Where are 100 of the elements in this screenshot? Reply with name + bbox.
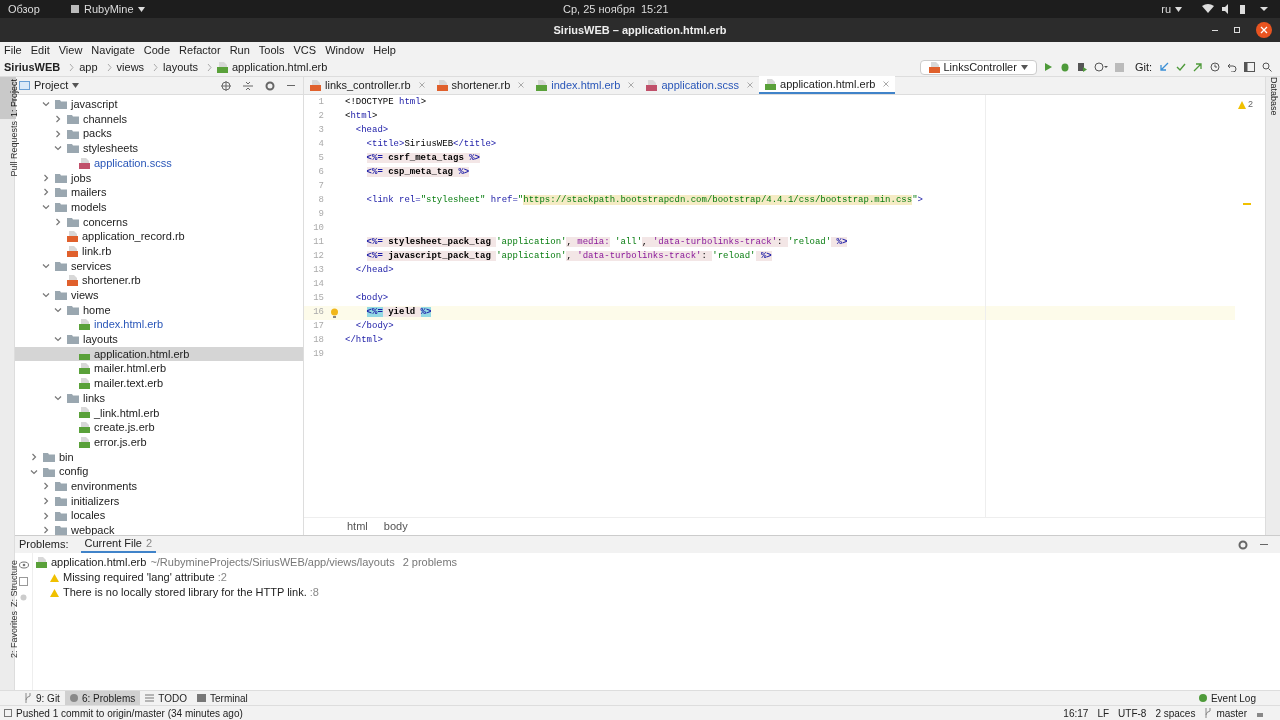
coverage-icon[interactable]: [1076, 62, 1087, 72]
menu-item[interactable]: Window: [325, 41, 365, 59]
tree-item[interactable]: application.html.erb: [15, 346, 303, 362]
menu-item[interactable]: Run: [229, 41, 250, 59]
caret-position[interactable]: 16:17: [1063, 705, 1089, 720]
menu-item[interactable]: Help: [373, 41, 396, 59]
tree-item[interactable]: locales: [15, 508, 303, 523]
window-icon[interactable]: [1244, 62, 1255, 72]
tool-window-tab[interactable]: Z: Structure: [0, 557, 16, 609]
undo-icon[interactable]: [1227, 62, 1237, 72]
breadcrumb-item[interactable]: html: [347, 518, 368, 535]
tree-item[interactable]: home: [15, 302, 303, 318]
profiler-icon[interactable]: [1093, 62, 1108, 72]
close-tab-icon[interactable]: [883, 81, 890, 87]
menu-item[interactable]: Refactor: [179, 41, 221, 59]
tool-window-button[interactable]: 9: Git: [19, 690, 65, 706]
tree-item[interactable]: bin: [15, 449, 303, 465]
run-icon[interactable]: [1043, 62, 1053, 72]
close-tab-icon[interactable]: [518, 82, 525, 88]
tree-item[interactable]: services: [15, 258, 303, 274]
editor-tab[interactable]: shortener.rb: [430, 76, 531, 94]
run-config-dropdown[interactable]: LinksController: [919, 59, 1037, 75]
warning-marker[interactable]: [1243, 203, 1251, 205]
menu-item[interactable]: Edit: [30, 41, 50, 59]
tree-item[interactable]: concerns: [15, 214, 303, 230]
close-tab-icon[interactable]: [747, 82, 754, 88]
menu-item[interactable]: Code: [143, 41, 171, 59]
tree-item[interactable]: index.html.erb: [15, 317, 303, 332]
chevron-down-icon[interactable]: [42, 203, 50, 212]
tool-window-button[interactable]: TODO: [140, 690, 192, 706]
minimize-icon[interactable]: [1212, 29, 1218, 31]
menu-item[interactable]: View: [58, 41, 83, 59]
app-menu[interactable]: RubyMine: [70, 0, 145, 18]
editor-tab[interactable]: index.html.erb: [530, 76, 641, 94]
system-tray-icons[interactable]: [1202, 4, 1268, 14]
tree-item[interactable]: config: [15, 464, 303, 479]
settings-icon[interactable]: [265, 80, 275, 91]
problem-file[interactable]: application.html.erb: [51, 554, 147, 571]
lightbulb-icon[interactable]: [330, 307, 339, 319]
breadcrumb-item[interactable]: SiriusWEB: [4, 58, 61, 76]
eye-icon[interactable]: [18, 561, 29, 569]
close-tab-icon[interactable]: [418, 82, 425, 88]
tool-window-tab[interactable]: Database: [1258, 77, 1280, 116]
tree-item[interactable]: shortener.rb: [15, 273, 303, 288]
chevron-right-icon[interactable]: [30, 452, 38, 461]
tool-window-button[interactable]: 6: Problems: [64, 690, 141, 706]
line-separator[interactable]: LF: [1097, 705, 1110, 720]
tree-item[interactable]: initializers: [15, 493, 303, 509]
overview-button[interactable]: Обзор: [8, 0, 54, 18]
breadcrumb-item[interactable]: application.html.erb: [231, 58, 328, 76]
clock[interactable]: Ср, 25 ноября 15:21: [563, 0, 669, 18]
git-branch[interactable]: master: [1204, 705, 1247, 720]
arrow-up-right-icon[interactable]: [1193, 62, 1203, 72]
chevron-right-icon[interactable]: [54, 217, 62, 226]
tree-item[interactable]: jobs: [15, 170, 303, 186]
status-message[interactable]: Pushed 1 commit to origin/master (34 minutes ago): [4, 705, 243, 720]
history-icon[interactable]: [1210, 62, 1220, 72]
tree-item[interactable]: application_record.rb: [15, 229, 303, 244]
tree-item[interactable]: create.js.erb: [15, 420, 303, 435]
tool-window-tab[interactable]: 2: Favorites: [0, 608, 16, 660]
check-icon[interactable]: [1176, 62, 1186, 72]
tree-item[interactable]: link.rb: [15, 243, 303, 259]
tree-item[interactable]: links: [15, 390, 303, 406]
arrow-down-left-icon[interactable]: [1159, 62, 1169, 72]
tree-item[interactable]: layouts: [15, 332, 303, 347]
chevron-down-icon[interactable]: [42, 100, 50, 109]
close-icon[interactable]: [1256, 22, 1272, 38]
tree-item[interactable]: mailer.html.erb: [15, 361, 303, 377]
locate-icon[interactable]: [221, 80, 231, 91]
bug-icon[interactable]: [1059, 62, 1070, 72]
menu-item[interactable]: Navigate: [91, 41, 135, 59]
event-log-button[interactable]: Event Log: [1198, 690, 1256, 706]
tree-item[interactable]: error.js.erb: [15, 434, 303, 450]
menu-item[interactable]: VCS: [293, 41, 317, 59]
language-indicator[interactable]: ru: [1161, 0, 1182, 18]
chevron-down-icon[interactable]: [42, 261, 50, 270]
tree-item[interactable]: _link.html.erb: [15, 405, 303, 421]
collapse-icon[interactable]: [243, 80, 253, 91]
tree-item[interactable]: views: [15, 287, 303, 303]
chevron-down-icon[interactable]: [54, 335, 62, 344]
editor-tab[interactable]: application.html.erb: [759, 76, 896, 94]
chevron-down-icon[interactable]: [30, 467, 38, 476]
tool-window-button[interactable]: Terminal: [192, 690, 253, 706]
indent-setting[interactable]: 2 spaces: [1155, 705, 1196, 720]
tree-item[interactable]: mailers: [15, 185, 303, 200]
settings-icon[interactable]: [1238, 539, 1248, 550]
stop-icon[interactable]: [1114, 62, 1124, 72]
restore-icon[interactable]: [1234, 27, 1240, 33]
encoding[interactable]: UTF-8: [1118, 705, 1147, 720]
chevron-down-icon[interactable]: [54, 394, 62, 403]
breadcrumb-item[interactable]: body: [383, 518, 408, 535]
tree-item[interactable]: mailer.text.erb: [15, 376, 303, 391]
breadcrumb-item[interactable]: layouts: [163, 58, 198, 76]
editor-tab[interactable]: application.scss: [640, 76, 760, 94]
tree-item[interactable]: environments: [15, 478, 303, 494]
warning-count[interactable]: 2: [1238, 98, 1253, 112]
breadcrumb-item[interactable]: app: [79, 58, 98, 76]
close-tab-icon[interactable]: [628, 82, 635, 88]
problem-item[interactable]: Missing required 'lang' attribute :2: [63, 569, 227, 586]
breadcrumb-item[interactable]: views: [116, 58, 145, 76]
